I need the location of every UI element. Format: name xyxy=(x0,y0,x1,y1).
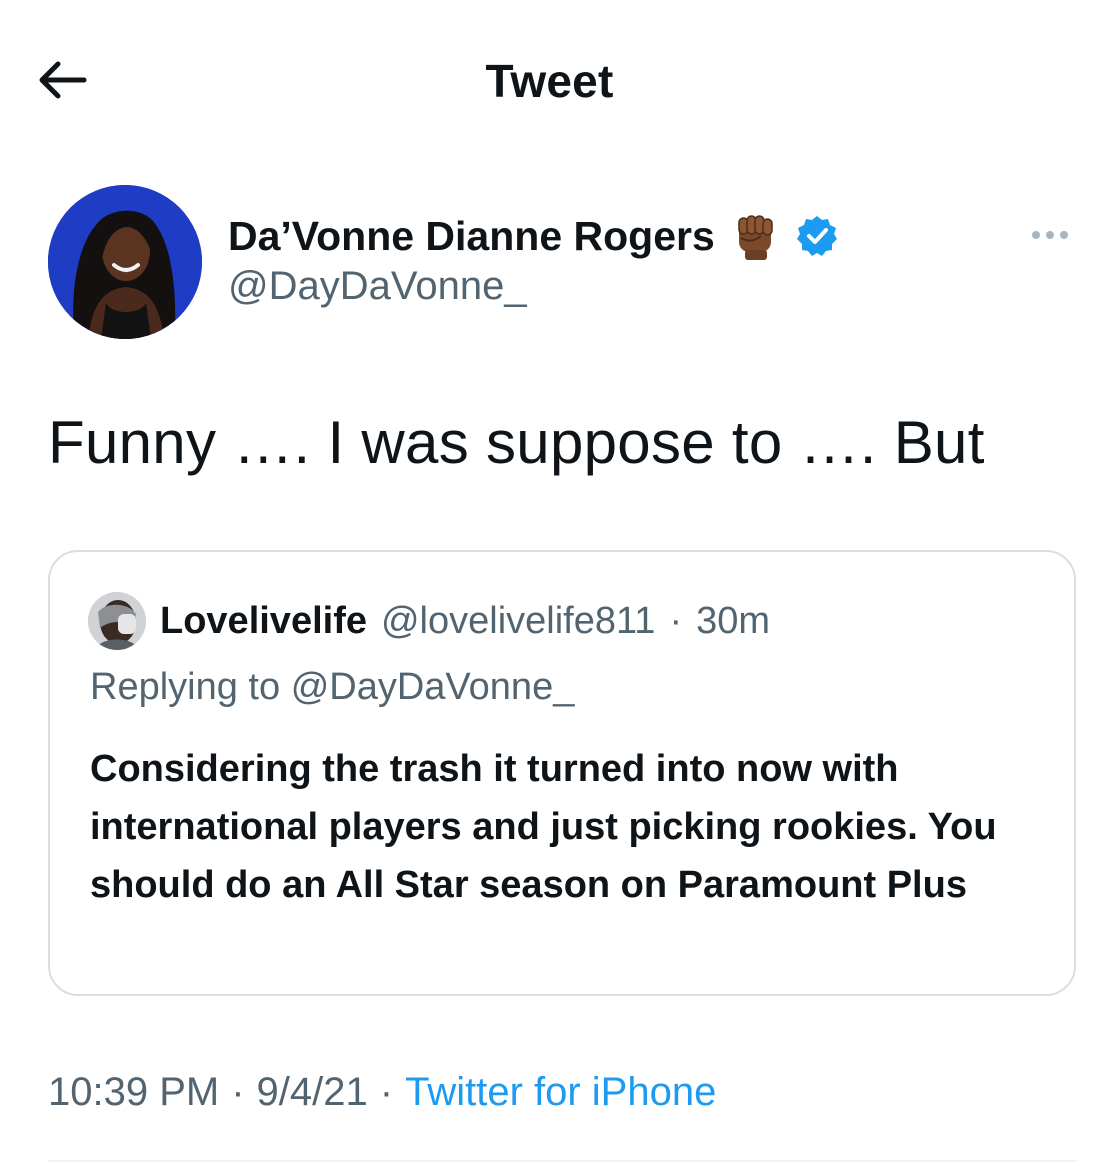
separator-dot: · xyxy=(379,1070,394,1114)
quoted-tweet-text: Considering the trash it turned into now… xyxy=(90,748,997,906)
quoted-tweet-header: Lovelivelife @lovelivelife811 · 30m xyxy=(88,590,770,652)
avatar-image xyxy=(48,185,202,339)
separator-dot: · xyxy=(669,599,683,642)
page-title: Tweet xyxy=(485,55,614,107)
quoted-author-name[interactable]: Lovelivelife xyxy=(160,600,367,643)
more-dots-icon xyxy=(1032,231,1040,239)
separator-dot: · xyxy=(231,1070,245,1114)
quoted-timestamp: 30m xyxy=(696,599,771,642)
avatar[interactable] xyxy=(48,185,202,339)
replying-to-mention[interactable]: @DayDaVonne_ xyxy=(291,666,575,708)
tweet-time: 10:39 PM xyxy=(48,1070,220,1114)
author-handle[interactable]: @DayDaVonne_ xyxy=(228,264,527,309)
more-options-button[interactable] xyxy=(1022,218,1078,252)
tweet-text: Funny …. I was suppose to …. But xyxy=(48,409,985,476)
more-dot xyxy=(1046,231,1054,239)
quoted-tweet-card[interactable]: Lovelivelife @lovelivelife811 · 30m Repl… xyxy=(48,550,1076,996)
divider xyxy=(48,1160,1077,1162)
quoted-avatar xyxy=(88,592,146,650)
author-name[interactable]: Da’Vonne Dianne Rogers xyxy=(228,213,715,260)
verified-badge-icon xyxy=(795,214,839,258)
replying-to-row: Replying to @DayDaVonne_ xyxy=(90,666,574,709)
tweet-meta-row: 10:39 PM · 9/4/21 · Twitter for iPhone xyxy=(48,1070,716,1115)
quoted-author-handle[interactable]: @lovelivelife811 xyxy=(381,600,655,643)
replying-to-label: Replying to xyxy=(90,666,281,708)
tweet-detail-page: Tweet Da’Vonne Dianne Rogers @DayDaVonne… xyxy=(0,0,1099,1175)
tweet-source-link[interactable]: Twitter for iPhone xyxy=(405,1070,716,1115)
author-name-row: Da’Vonne Dianne Rogers xyxy=(228,208,839,264)
more-dot xyxy=(1060,231,1068,239)
raised-fist-icon xyxy=(729,210,781,262)
tweet-date: 9/4/21 xyxy=(256,1070,368,1114)
